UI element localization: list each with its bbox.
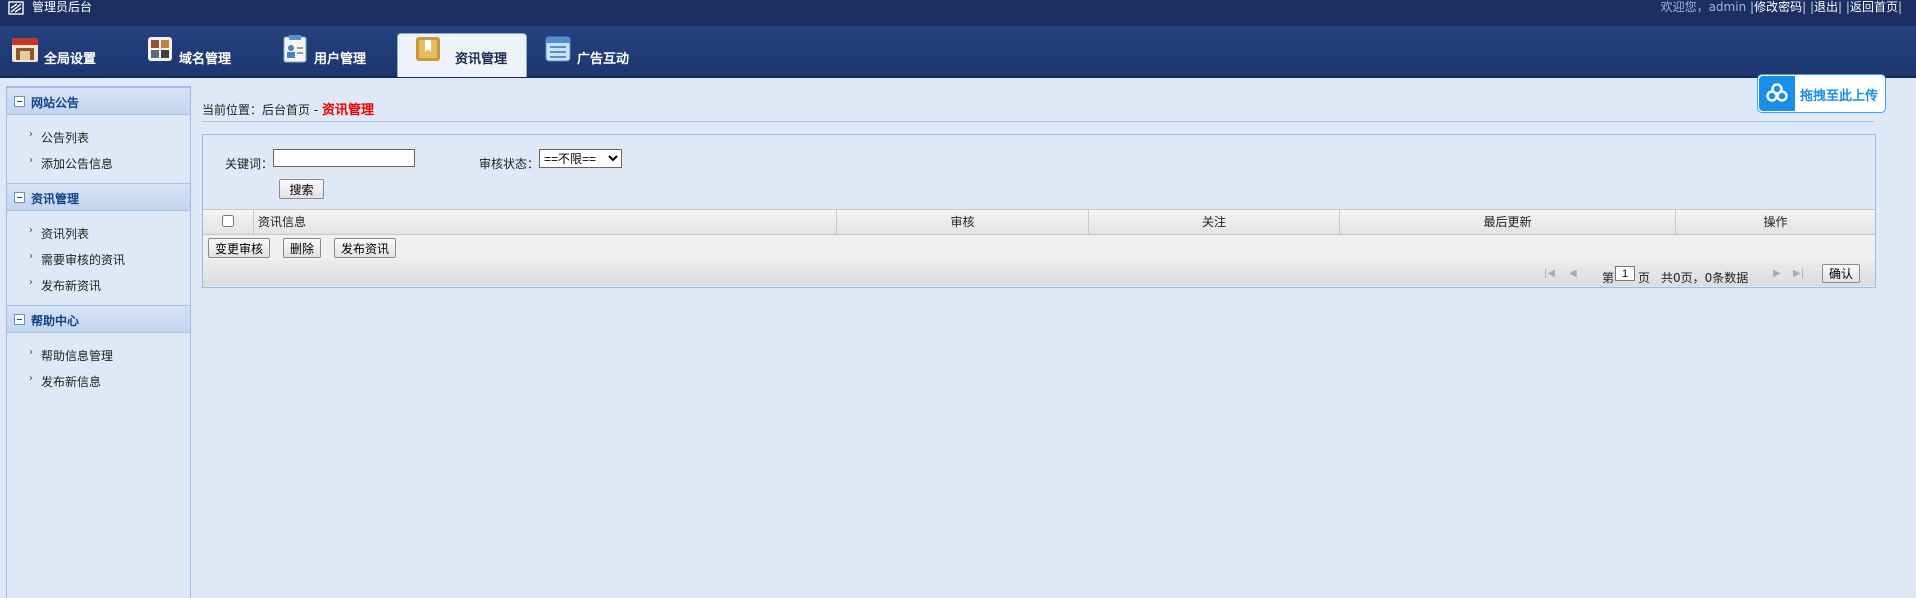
app-title: 管理员后台	[32, 0, 93, 14]
sidebar-section-title: 帮助中心	[31, 314, 80, 328]
page-number-input[interactable]	[1615, 266, 1635, 281]
sidebar-section-help[interactable]: 帮助中心	[7, 305, 190, 333]
page-info: 共0页，0条数据	[1661, 271, 1749, 285]
grid-header: 资讯信息 审核 关注 最后更新 操作	[203, 209, 1875, 235]
search-button[interactable]: 搜索	[279, 179, 324, 199]
sidebar-item-news-pending-review[interactable]: › 需要审核的资讯	[7, 247, 190, 273]
sidebar-item-help-management[interactable]: › 帮助信息管理	[7, 343, 190, 369]
breadcrumb-current: 资讯管理	[321, 103, 374, 118]
tab-label: 域名管理	[179, 52, 232, 67]
pagination-bar: |◀ ◀ 第 页 共0页，0条数据 ▶ ▶| 确认	[203, 260, 1875, 286]
sidebar-item-add-announcement[interactable]: › 添加公告信息	[7, 151, 190, 177]
next-page-icon[interactable]: ▶	[1773, 268, 1781, 279]
page-confirm-button[interactable]: 确认	[1822, 264, 1860, 283]
home-link[interactable]: 返回首页	[1850, 0, 1898, 14]
grid-toolbar: 变更审核 删除 发布资讯	[203, 235, 1875, 260]
chevron-right-icon: ›	[29, 277, 33, 288]
review-status-select[interactable]: ==不限==	[539, 149, 622, 168]
column-header-review[interactable]: 审核	[836, 210, 1088, 234]
delete-button[interactable]: 删除	[283, 238, 322, 258]
sidebar: 网站公告 › 公告列表 › 添加公告信息 资讯管理 › 资讯列表 › 需要审核的资讯 ›…	[6, 86, 191, 598]
tab-news-management[interactable]: 资讯管理	[397, 33, 527, 77]
keyword-label: 关键词：	[225, 157, 274, 171]
breadcrumb-prefix: 当前位置：后台首页 -	[202, 103, 322, 117]
top-bar: 管理员后台 欢迎您，admin |修改密码| |退出| |返回首页|	[0, 0, 1916, 26]
settings-icon	[12, 38, 38, 62]
chevron-right-icon: ›	[29, 155, 33, 166]
bookmark-icon	[416, 37, 440, 61]
collapse-icon	[14, 96, 25, 107]
sidebar-item-publish-info[interactable]: › 发布新信息	[7, 369, 190, 395]
change-password-link[interactable]: 修改密码	[1754, 0, 1802, 14]
keyword-input[interactable]	[273, 149, 415, 167]
tab-global-settings[interactable]: 全局设置	[0, 34, 130, 76]
cloud-upload-icon	[1759, 76, 1795, 111]
select-all-checkbox[interactable]	[222, 215, 234, 227]
first-page-icon[interactable]: |◀	[1544, 268, 1555, 279]
sidebar-section-announcements[interactable]: 网站公告	[7, 87, 190, 115]
tab-ad-interaction[interactable]: 广告互动	[533, 34, 663, 76]
page-prefix: 第	[1602, 271, 1615, 285]
top-links: 欢迎您，admin |修改密码| |退出| |返回首页|	[1660, 0, 1902, 14]
tab-domain-management[interactable]: 域名管理	[135, 34, 265, 76]
tab-label: 广告互动	[577, 52, 630, 67]
sidebar-section-title: 网站公告	[31, 96, 80, 110]
chevron-right-icon: ›	[29, 129, 33, 140]
sidebar-list: › 资讯列表 › 需要审核的资讯 › 发布新资讯	[7, 211, 190, 305]
drag-upload-button[interactable]: 拖拽至此上传	[1757, 74, 1886, 113]
sidebar-item-announcement-list[interactable]: › 公告列表	[7, 125, 190, 151]
app-logo-icon	[8, 1, 24, 15]
grid-icon	[148, 37, 172, 61]
review-status-label: 审核状态：	[479, 157, 540, 171]
tab-label: 资讯管理	[455, 52, 508, 67]
sidebar-section-title: 资讯管理	[31, 192, 80, 206]
chevron-right-icon: ›	[29, 251, 33, 262]
column-header-news-info[interactable]: 资讯信息	[253, 210, 836, 234]
publish-news-button[interactable]: 发布资讯	[334, 238, 397, 258]
column-header-follow[interactable]: 关注	[1088, 210, 1339, 234]
main-tab-bar: 全局设置 域名管理 用户管理 资讯管理 广告互动	[0, 26, 1916, 78]
column-header-actions[interactable]: 操作	[1675, 210, 1875, 234]
tab-user-management[interactable]: 用户管理	[270, 34, 390, 76]
page-suffix: 页	[1638, 271, 1651, 285]
sidebar-section-news[interactable]: 资讯管理	[7, 183, 190, 211]
chevron-right-icon: ›	[29, 347, 33, 358]
chevron-right-icon: ›	[29, 373, 33, 384]
breadcrumb-divider	[202, 121, 1874, 122]
sidebar-item-news-list[interactable]: › 资讯列表	[7, 221, 190, 247]
chevron-right-icon: ›	[29, 225, 33, 236]
column-header-last-updated[interactable]: 最后更新	[1339, 210, 1675, 234]
change-review-button[interactable]: 变更审核	[208, 238, 271, 258]
last-page-icon[interactable]: ▶|	[1793, 268, 1804, 279]
upload-label: 拖拽至此上传	[1800, 89, 1879, 104]
list-icon	[545, 36, 571, 62]
logout-link[interactable]: 退出	[1814, 0, 1838, 14]
sidebar-list: › 公告列表 › 添加公告信息	[7, 115, 190, 183]
sidebar-list: › 帮助信息管理 › 发布新信息	[7, 333, 190, 401]
breadcrumb: 当前位置：后台首页 - 资讯管理	[202, 99, 374, 118]
prev-page-icon[interactable]: ◀	[1569, 268, 1577, 279]
news-list-panel: 关键词： 审核状态： ==不限== 搜索 资讯信息 审核 关注 最后更新 操作 …	[202, 134, 1876, 288]
collapse-icon	[14, 314, 25, 325]
sidebar-item-publish-news[interactable]: › 发布新资讯	[7, 273, 190, 299]
tab-label: 用户管理	[314, 52, 367, 67]
collapse-icon	[14, 192, 25, 203]
welcome-text: 欢迎您，admin	[1660, 0, 1747, 14]
tab-label: 全局设置	[44, 52, 97, 67]
user-icon	[283, 35, 307, 63]
